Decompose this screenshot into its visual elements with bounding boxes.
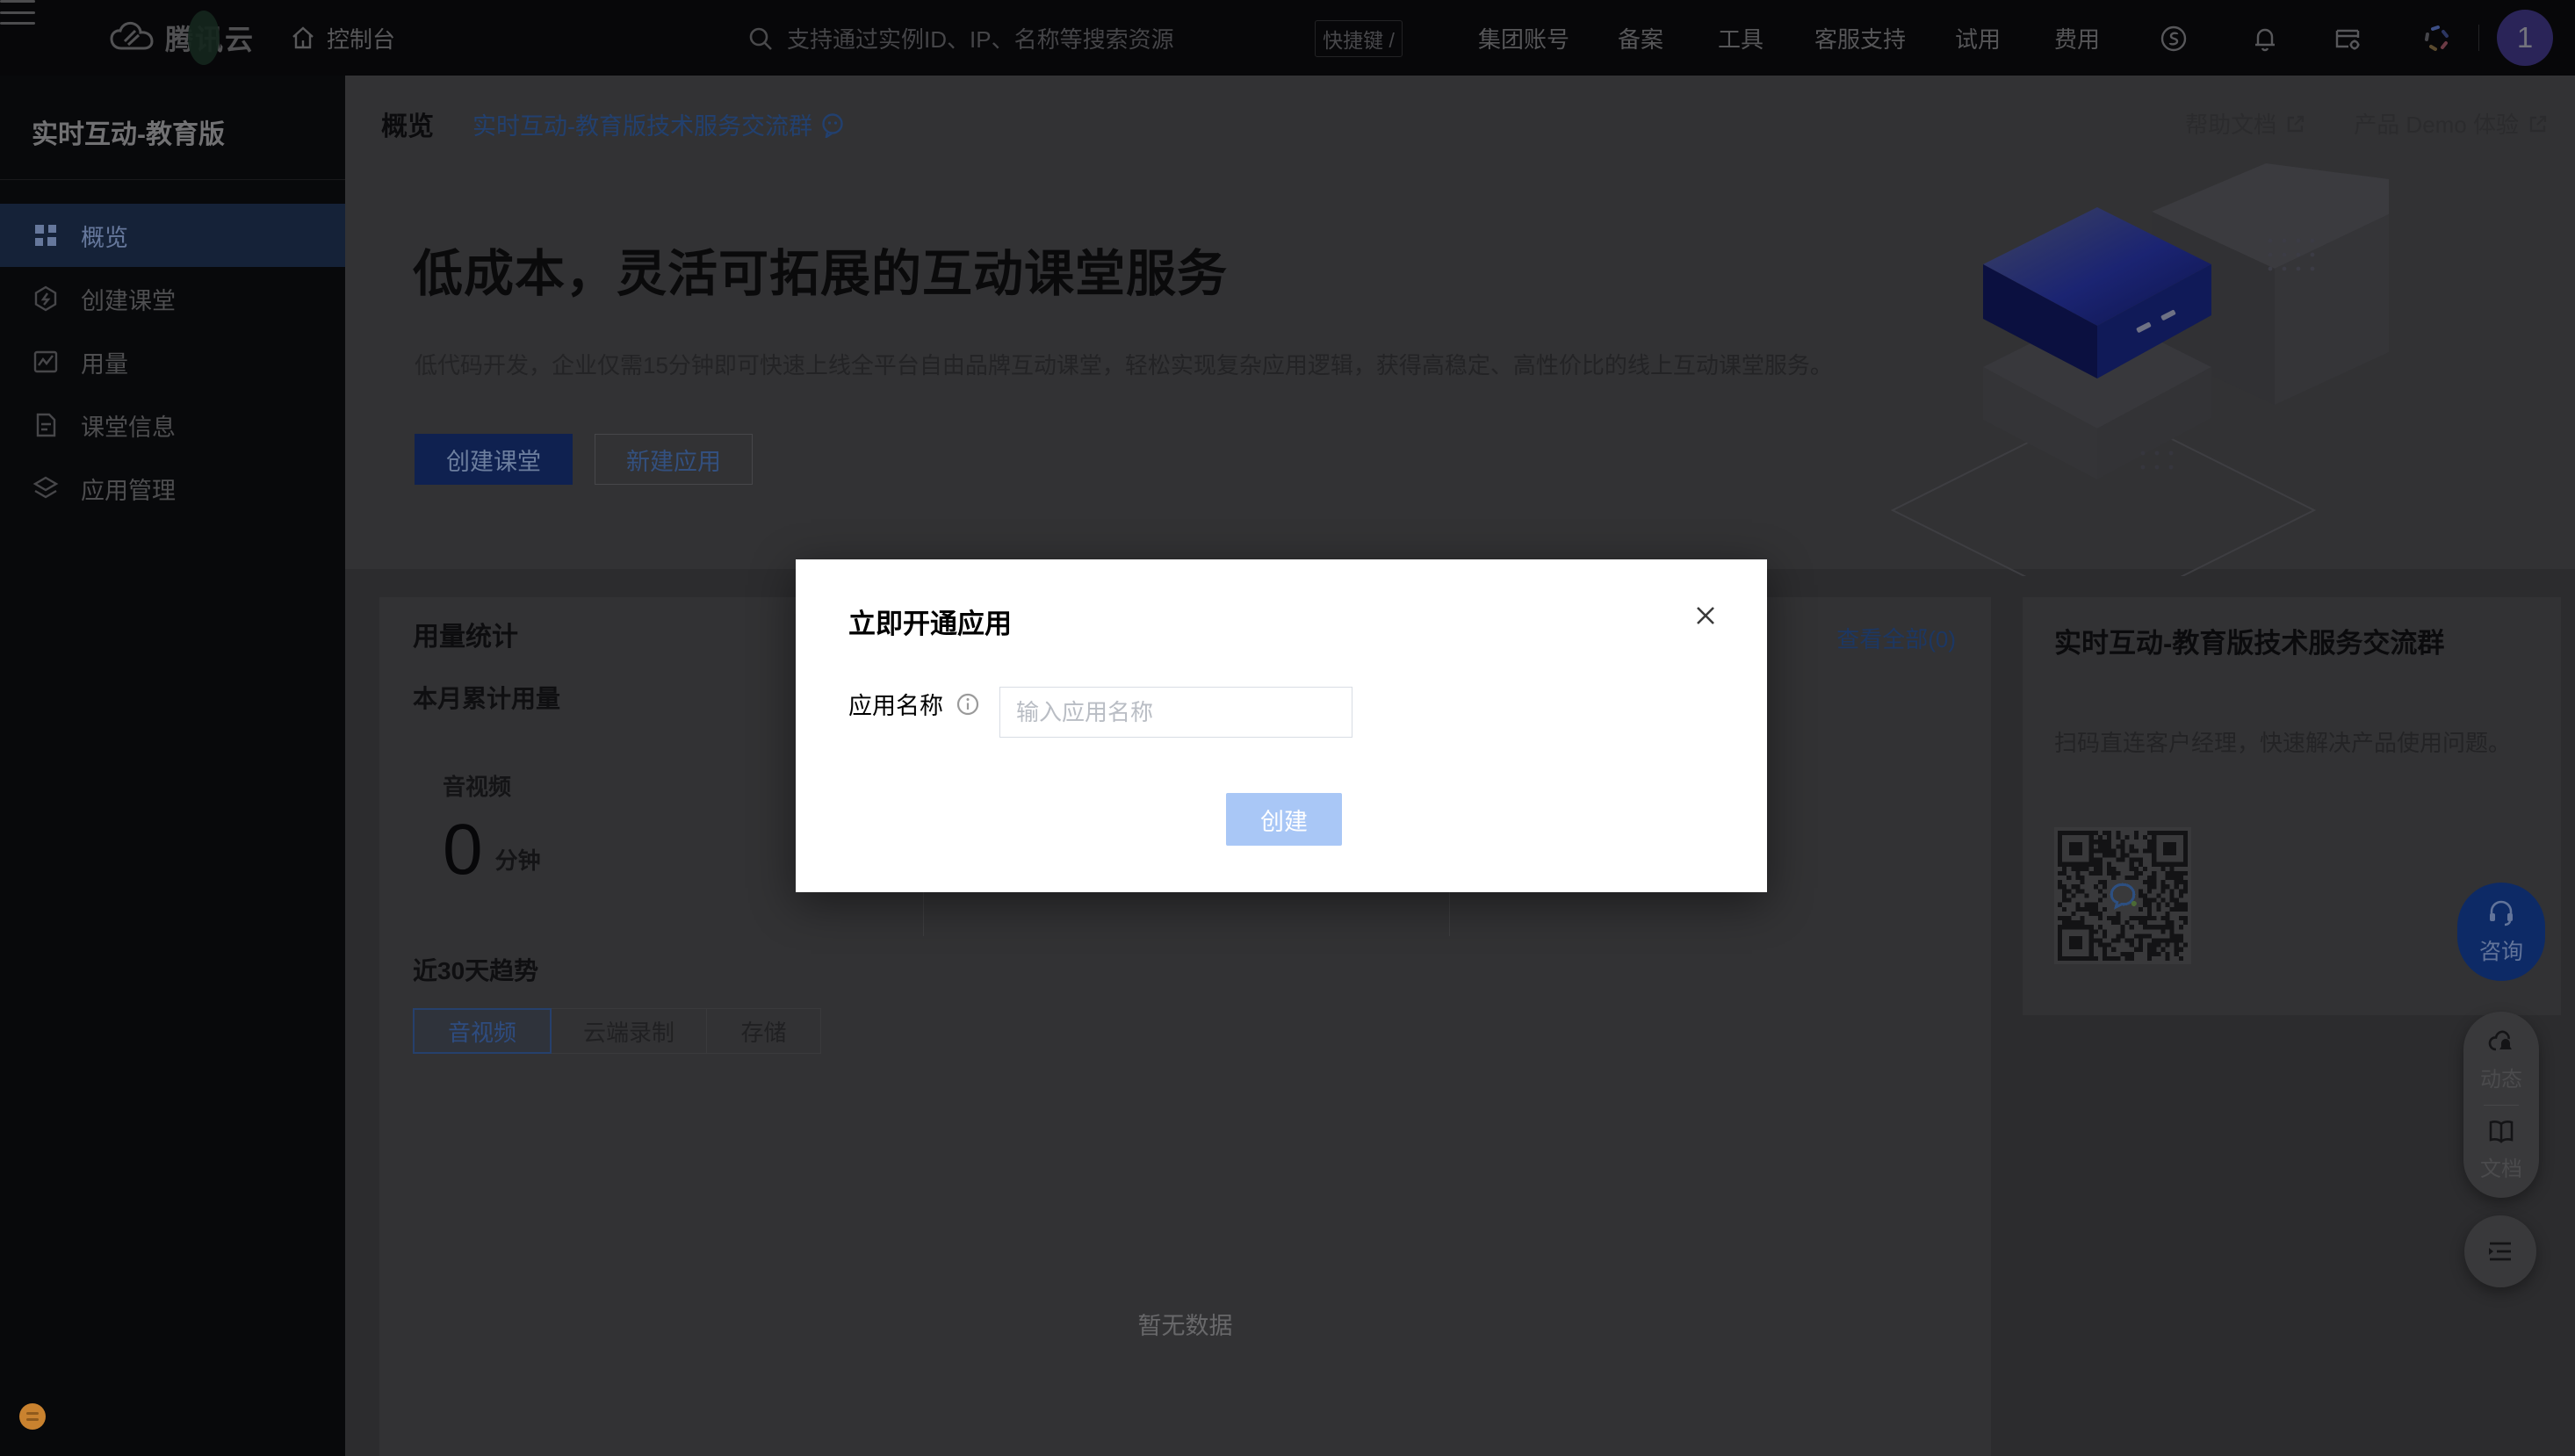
navbar-divider <box>2478 25 2479 51</box>
docs-label: 文档 <box>2480 1151 2522 1182</box>
nav-link-trial[interactable]: 试用 <box>1955 0 2001 76</box>
console-settings-icon[interactable] <box>2333 24 2362 54</box>
sidebar-item-label: 课堂信息 <box>81 408 176 443</box>
trend-section-title: 近30天趋势 <box>413 952 538 987</box>
cloud-bell-icon <box>2487 1028 2515 1056</box>
headset-icon <box>2485 897 2517 929</box>
hero-3d-illustration <box>1879 163 2406 576</box>
empty-chart-placeholder: 暂无数据 <box>413 1307 1958 1341</box>
activate-app-modal: 立即开通应用 应用名称 创建 <box>796 559 1767 892</box>
collapse-list-icon <box>2485 1236 2515 1266</box>
global-search-input[interactable]: 支持通过实例ID、IP、名称等搜索资源 <box>787 0 1174 76</box>
feedback-star-icon[interactable] <box>2421 24 2451 54</box>
tab-audio-video[interactable]: 音视频 <box>413 1008 552 1054</box>
service-s-icon[interactable] <box>2159 24 2189 54</box>
consult-float-button[interactable]: 咨询 <box>2457 883 2545 981</box>
sidebar-item-create-class[interactable]: 创建课堂 <box>0 267 345 330</box>
sidebar-item-label: 应用管理 <box>81 472 176 506</box>
hamburger-menu-icon[interactable] <box>0 0 35 25</box>
breadcrumb: 概览 <box>381 105 434 143</box>
news-button[interactable]: 动态 <box>2480 1028 2522 1092</box>
create-class-button[interactable]: 创建课堂 <box>415 434 573 485</box>
community-card-title: 实时互动-教育版技术服务交流群 <box>2054 623 2537 664</box>
usage-section-title: 用量统计 <box>413 615 518 653</box>
overview-grid-icon <box>32 221 60 249</box>
month-usage-title: 本月累计用量 <box>413 680 560 715</box>
search-icon[interactable] <box>747 25 775 53</box>
user-avatar[interactable]: 1 <box>2497 10 2553 66</box>
tab-cloud-recording[interactable]: 云端录制 <box>551 1008 707 1054</box>
usage-chart-icon <box>32 348 60 376</box>
toolbar-divider <box>2484 1105 2519 1106</box>
sidebar-divider <box>0 179 345 180</box>
close-icon[interactable] <box>1690 600 1721 631</box>
top-navbar: 腾讯云 控制台 支持通过实例ID、IP、名称等搜索资源 快捷键 / 集团账号 备… <box>0 0 2575 76</box>
logo-redaction-mark <box>188 11 220 65</box>
hero-description: 低代码开发，企业仅需15分钟即可快速上线全平台自由品牌互动课堂，轻松实现复杂应用… <box>415 348 1833 380</box>
metric-label: 音视频 <box>443 769 541 802</box>
console-nav-link[interactable]: 控制台 <box>290 0 395 76</box>
header-hero-section: 概览 实时互动-教育版技术服务交流群 帮助文档 产品 Demo 体验 低成本，灵… <box>345 76 2575 569</box>
sidebar-item-label: 创建课堂 <box>81 282 176 316</box>
feedback-orange-widget[interactable] <box>19 1403 46 1430</box>
create-button[interactable]: 创建 <box>1226 793 1342 846</box>
app-layers-icon <box>32 474 60 502</box>
hero-title: 低成本，灵活可拓展的互动课堂服务 <box>413 234 1228 306</box>
product-title: 实时互动-教育版 <box>32 112 225 151</box>
class-info-doc-icon <box>32 411 60 439</box>
external-link-icon <box>2528 113 2549 134</box>
nav-link-icp[interactable]: 备案 <box>1618 0 1663 76</box>
notification-bell-icon[interactable] <box>2250 24 2280 54</box>
collapse-panel-button[interactable] <box>2464 1215 2536 1287</box>
nav-link-billing[interactable]: 费用 <box>2054 0 2100 76</box>
metric-value: 0 <box>443 814 483 886</box>
sidebar-item-overview[interactable]: 概览 <box>0 204 345 267</box>
app-name-label: 应用名称 <box>848 687 943 721</box>
app-name-field-row: 应用名称 <box>848 687 980 721</box>
community-group-link[interactable]: 实时互动-教育版技术服务交流群 <box>472 107 846 141</box>
info-icon[interactable] <box>956 692 980 717</box>
help-doc-link[interactable]: 帮助文档 <box>2185 107 2306 140</box>
create-class-icon <box>32 285 60 313</box>
shortcut-key-badge: 快捷键 / <box>1315 20 1403 57</box>
home-icon <box>290 25 316 51</box>
external-link-icon <box>2285 113 2306 134</box>
metric-unit: 分钟 <box>495 843 541 886</box>
new-app-button[interactable]: 新建应用 <box>595 434 753 485</box>
nav-link-group-account[interactable]: 集团账号 <box>1478 0 1569 76</box>
page-canvas: 腾讯云 控制台 支持通过实例ID、IP、名称等搜索资源 快捷键 / 集团账号 备… <box>0 0 2575 1456</box>
header-links: 帮助文档 产品 Demo 体验 <box>2185 107 2549 140</box>
nav-link-tools[interactable]: 工具 <box>1718 0 1764 76</box>
tab-storage[interactable]: 存储 <box>706 1008 821 1054</box>
tencent-cloud-logo-icon[interactable] <box>109 20 155 55</box>
float-toolbar: 动态 文档 <box>2463 1012 2539 1198</box>
app-name-input[interactable] <box>999 687 1352 738</box>
consult-label: 咨询 <box>2479 934 2523 966</box>
community-card-description: 扫码直连客户经理，快速解决产品使用问题。 <box>2054 725 2533 760</box>
modal-title: 立即开通应用 <box>848 602 1012 641</box>
product-demo-link[interactable]: 产品 Demo 体验 <box>2354 107 2549 140</box>
wechat-qr-code <box>2054 827 2191 964</box>
sidebar-item-class-info[interactable]: 课堂信息 <box>0 393 345 457</box>
sidebar-item-usage[interactable]: 用量 <box>0 330 345 393</box>
nav-link-support[interactable]: 客服支持 <box>1814 0 1906 76</box>
trend-tabs: 音视频 云端录制 存储 <box>414 1008 821 1054</box>
sidebar-item-label: 概览 <box>81 219 128 253</box>
chat-smiley-icon <box>819 112 846 138</box>
view-all-link[interactable]: 查看全部(0) <box>1836 622 1956 654</box>
sidebar-item-label: 用量 <box>81 345 128 379</box>
av-usage-metric: 音视频 0 分钟 <box>443 769 541 886</box>
docs-button[interactable]: 文档 <box>2480 1118 2522 1182</box>
news-label: 动态 <box>2480 1062 2522 1092</box>
sidebar: 实时互动-教育版 概览 创建课堂 用量 课堂信息 应用管理 <box>0 76 345 1456</box>
sidebar-item-app-management[interactable]: 应用管理 <box>0 457 345 520</box>
open-book-icon <box>2487 1118 2515 1146</box>
